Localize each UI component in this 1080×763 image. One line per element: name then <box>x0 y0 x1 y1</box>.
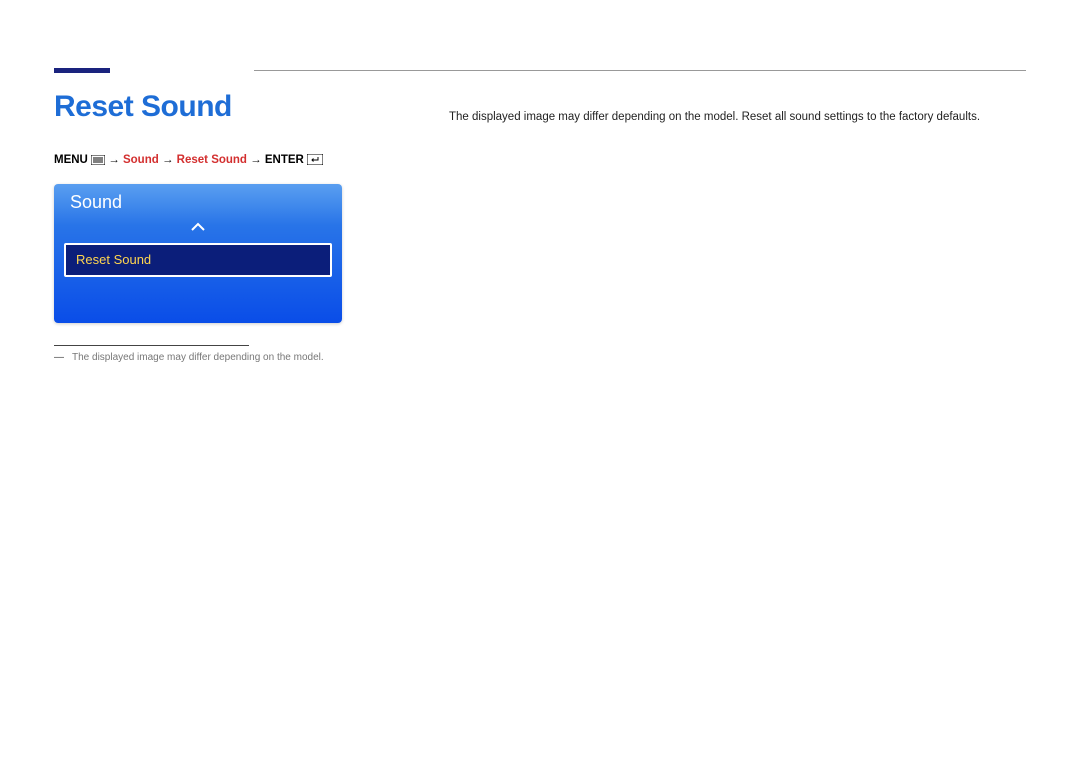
horizontal-rule <box>254 70 1026 71</box>
right-column: The displayed image may differ depending… <box>449 90 1026 363</box>
footnote-text: The displayed image may differ depending… <box>72 352 324 363</box>
menu-label: MENU <box>54 154 88 166</box>
top-header-bar <box>54 68 1026 73</box>
menu-spacer <box>54 285 342 323</box>
arrow-2: → <box>162 154 174 166</box>
breadcrumb: MENU → Sound → Reset Sound → ENTER <box>54 154 429 166</box>
breadcrumb-reset-sound: Reset Sound <box>177 154 247 166</box>
description-text: The displayed image may differ depending… <box>449 108 1026 126</box>
menu-panel-title: Sound <box>54 184 342 217</box>
enter-label: ENTER <box>265 154 304 166</box>
menu-panel: Sound Reset Sound <box>54 184 342 323</box>
menu-item-label: Reset Sound <box>76 252 151 267</box>
left-column: Reset Sound MENU → Sound → Reset Sound →… <box>54 90 449 363</box>
accent-bar <box>54 68 110 73</box>
content-row: Reset Sound MENU → Sound → Reset Sound →… <box>54 90 1026 363</box>
scroll-up-indicator[interactable] <box>54 217 342 243</box>
enter-icon <box>307 154 323 166</box>
arrow-3: → <box>250 154 262 166</box>
footnote-divider <box>54 345 249 346</box>
page-title: Reset Sound <box>54 90 429 124</box>
menu-icon <box>91 154 105 166</box>
footnote-dash: ― <box>54 352 64 363</box>
arrow-1: → <box>108 154 120 166</box>
footnote: ― The displayed image may differ dependi… <box>54 352 429 363</box>
chevron-up-icon <box>190 222 206 232</box>
menu-item-reset-sound[interactable]: Reset Sound <box>64 243 332 277</box>
breadcrumb-sound: Sound <box>123 154 159 166</box>
